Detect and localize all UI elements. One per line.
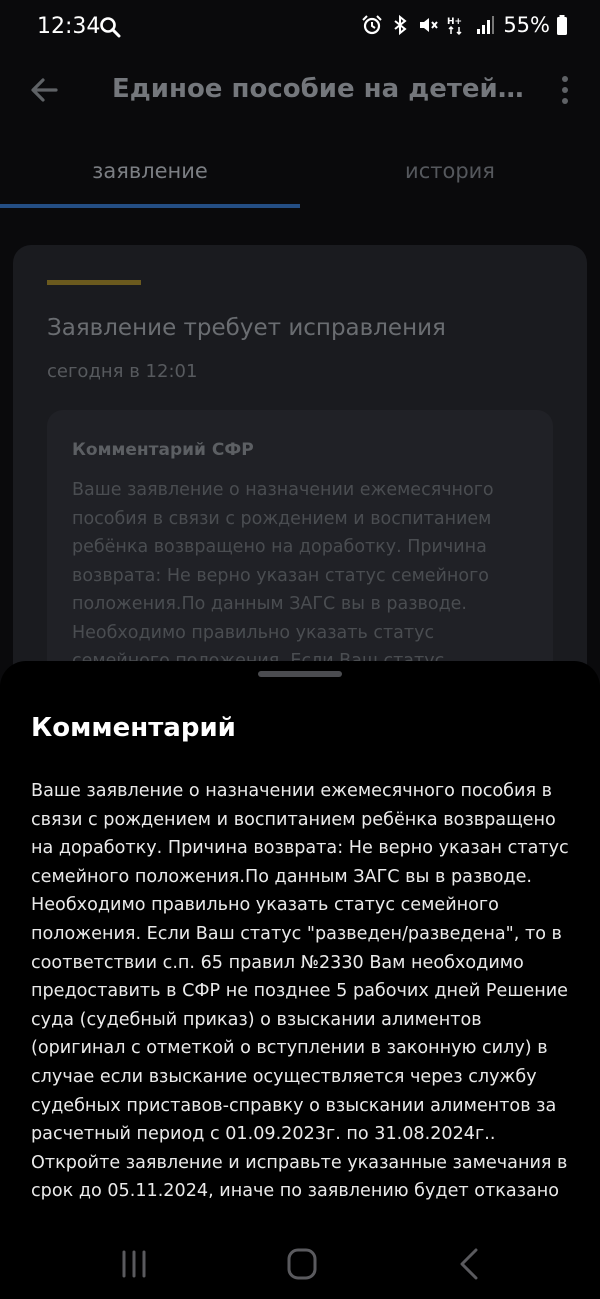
tab-bar: заявление история xyxy=(0,145,600,209)
status-accent-bar xyxy=(47,280,141,285)
sheet-drag-handle[interactable] xyxy=(258,671,342,677)
more-vertical-icon[interactable] xyxy=(553,72,577,108)
status-time: 12:34 xyxy=(37,14,101,39)
card-date: сегодня в 12:01 xyxy=(47,361,198,382)
home-icon[interactable] xyxy=(282,1246,322,1282)
sheet-title: Комментарий xyxy=(31,713,236,743)
system-nav-bar xyxy=(0,1228,600,1299)
back-arrow-icon[interactable] xyxy=(26,72,62,108)
tab-indicator xyxy=(0,204,300,208)
signal-icon xyxy=(477,16,495,34)
battery-percent: 55% xyxy=(503,13,550,37)
tab-history[interactable]: история xyxy=(300,145,600,205)
status-bar: 12:34 H+ 55% xyxy=(0,0,600,58)
page-title: Единое пособие на детей и б... xyxy=(112,74,532,104)
back-icon[interactable] xyxy=(450,1246,490,1282)
card-title: Заявление требует исправления xyxy=(47,315,446,341)
data-h-plus-icon: H+ xyxy=(447,17,462,36)
sheet-comment-text: Ваше заявление о назначении ежемесячного… xyxy=(31,781,569,1202)
battery-icon xyxy=(557,15,567,35)
comment-preview: Ваше заявление о назначении ежемесячного… xyxy=(72,480,494,671)
search-icon xyxy=(100,17,121,38)
comment-bottom-sheet: Комментарий Ваше заявление о назначении … xyxy=(0,661,600,1299)
tab-application[interactable]: заявление xyxy=(0,145,300,205)
recent-apps-icon[interactable] xyxy=(114,1246,154,1282)
status-icons: H+ 55% xyxy=(361,13,568,37)
app-bar: Единое пособие на детей и б... xyxy=(0,58,600,122)
svg-text:H+: H+ xyxy=(447,17,462,27)
alarm-icon xyxy=(362,15,383,35)
bluetooth-icon xyxy=(394,14,407,36)
comment-heading: Комментарий СФР xyxy=(72,440,254,460)
mute-icon xyxy=(420,18,439,32)
